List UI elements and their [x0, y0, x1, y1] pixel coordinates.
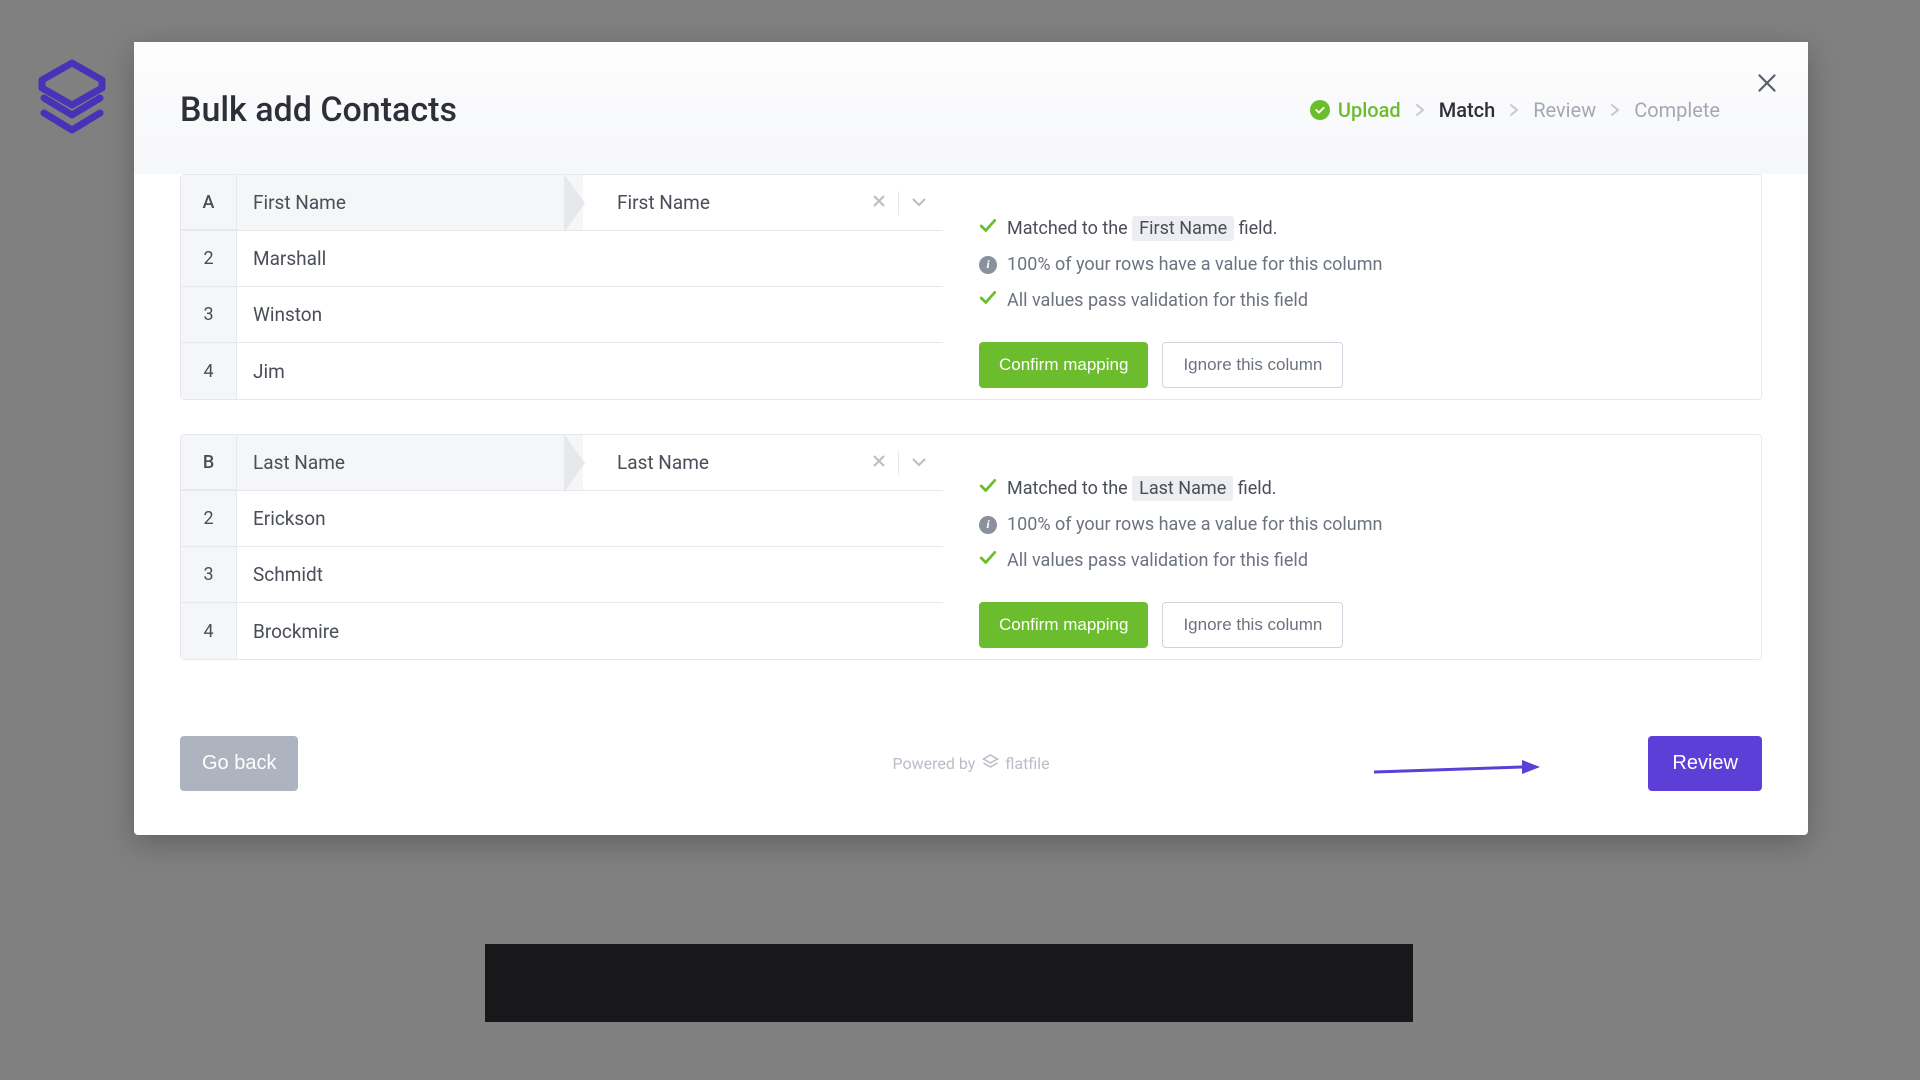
- confirm-mapping-button[interactable]: Confirm mapping: [979, 602, 1148, 648]
- table-row: 2 Erickson: [181, 491, 943, 547]
- clear-icon[interactable]: [872, 193, 886, 212]
- chevron-right-icon: [1610, 98, 1620, 122]
- target-field-name: First Name: [617, 191, 710, 214]
- table-row: 4 Brockmire: [181, 603, 943, 659]
- source-column-header: Last Name: [237, 435, 583, 490]
- source-column-header: First Name: [237, 175, 583, 230]
- mapping-status: Matched to the First Name field. i 100% …: [943, 175, 1761, 399]
- coverage-status: i 100% of your rows have a value for thi…: [979, 254, 1741, 275]
- clear-icon[interactable]: [872, 453, 886, 472]
- row-number: 2: [181, 231, 237, 286]
- mapping-preview: B Last Name Last Name: [181, 435, 943, 659]
- modal-body: A First Name First Name: [134, 174, 1808, 706]
- row-number: 4: [181, 603, 237, 659]
- mapping-status: Matched to the Last Name field. i 100% o…: [943, 435, 1761, 659]
- cell-value: Brockmire: [237, 603, 943, 659]
- row-number: 3: [181, 547, 237, 602]
- table-row: 3 Winston: [181, 287, 943, 343]
- check-icon: [979, 289, 997, 312]
- matched-suffix: field.: [1239, 218, 1278, 239]
- check-circle-icon: [1310, 100, 1330, 120]
- check-icon: [979, 477, 997, 500]
- check-icon: [979, 217, 997, 240]
- powered-by: Powered by flatfile: [892, 753, 1049, 775]
- table-row: 4 Jim: [181, 343, 943, 399]
- matched-suffix: field.: [1238, 478, 1277, 499]
- field-tag: First Name: [1132, 216, 1234, 241]
- mapping-block: A First Name First Name: [180, 174, 1762, 400]
- source-column-name: First Name: [253, 191, 346, 214]
- progress-steps: Upload Match Review Complete: [1310, 98, 1762, 122]
- annotation-arrow-icon: [1372, 754, 1542, 788]
- app-logo: [32, 58, 112, 148]
- go-back-button[interactable]: Go back: [180, 736, 298, 791]
- coverage-status: i 100% of your rows have a value for thi…: [979, 514, 1741, 535]
- mapping-preview: A First Name First Name: [181, 175, 943, 399]
- cell-value: Winston: [237, 287, 943, 342]
- target-field-select[interactable]: Last Name: [583, 435, 943, 490]
- matched-status: Matched to the Last Name field.: [979, 477, 1741, 500]
- arrow-notch-icon: [565, 435, 585, 491]
- target-field-name: Last Name: [617, 451, 709, 474]
- chevron-down-icon[interactable]: [911, 193, 927, 212]
- check-icon: [979, 549, 997, 572]
- divider: [898, 451, 899, 475]
- import-modal: Bulk add Contacts Upload Match Review: [134, 42, 1808, 835]
- divider: [898, 191, 899, 215]
- matched-status: Matched to the First Name field.: [979, 217, 1741, 240]
- cell-value: Marshall: [237, 231, 943, 286]
- close-button[interactable]: [1754, 70, 1780, 100]
- step-label: Complete: [1634, 98, 1720, 122]
- chevron-down-icon[interactable]: [911, 453, 927, 472]
- powered-prefix: Powered by: [892, 754, 975, 773]
- coverage-text: 100% of your rows have a value for this …: [1007, 254, 1382, 275]
- info-icon: i: [979, 256, 997, 274]
- flatfile-logo-icon: [981, 753, 999, 775]
- step-label: Match: [1439, 98, 1495, 122]
- step-label: Review: [1533, 98, 1596, 122]
- validation-text: All values pass validation for this fiel…: [1007, 550, 1308, 571]
- arrow-notch-icon: [565, 175, 585, 231]
- target-field-select[interactable]: First Name: [583, 175, 943, 230]
- ignore-column-button[interactable]: Ignore this column: [1162, 602, 1343, 648]
- row-number: 4: [181, 343, 237, 399]
- cell-value: Jim: [237, 343, 943, 399]
- step-label: Upload: [1338, 98, 1401, 122]
- background-panel: [485, 944, 1413, 1022]
- cell-value: Schmidt: [237, 547, 943, 602]
- source-column-name: Last Name: [253, 451, 345, 474]
- matched-prefix: Matched to the: [1007, 478, 1128, 499]
- coverage-text: 100% of your rows have a value for this …: [1007, 514, 1382, 535]
- table-row: 2 Marshall: [181, 231, 943, 287]
- validation-text: All values pass validation for this fiel…: [1007, 290, 1308, 311]
- mapping-header-row: B Last Name Last Name: [181, 435, 943, 491]
- step-match: Match: [1439, 98, 1495, 122]
- confirm-mapping-button[interactable]: Confirm mapping: [979, 342, 1148, 388]
- modal-footer: Go back Powered by flatfile Review: [134, 706, 1808, 835]
- mapping-block: B Last Name Last Name: [180, 434, 1762, 660]
- chevron-right-icon: [1509, 98, 1519, 122]
- chevron-right-icon: [1415, 98, 1425, 122]
- step-upload: Upload: [1310, 98, 1401, 122]
- step-review: Review: [1533, 98, 1596, 122]
- modal-header: Bulk add Contacts Upload Match Review: [134, 42, 1808, 174]
- row-number: 3: [181, 287, 237, 342]
- matched-prefix: Matched to the: [1007, 218, 1128, 239]
- ignore-column-button[interactable]: Ignore this column: [1162, 342, 1343, 388]
- validation-status: All values pass validation for this fiel…: [979, 549, 1741, 572]
- validation-status: All values pass validation for this fiel…: [979, 289, 1741, 312]
- row-number: 2: [181, 491, 237, 546]
- field-tag: Last Name: [1132, 476, 1233, 501]
- mapping-header-row: A First Name First Name: [181, 175, 943, 231]
- column-letter: B: [181, 435, 237, 490]
- modal-title: Bulk add Contacts: [180, 90, 457, 130]
- table-row: 3 Schmidt: [181, 547, 943, 603]
- column-letter: A: [181, 175, 237, 230]
- info-icon: i: [979, 516, 997, 534]
- step-complete: Complete: [1634, 98, 1720, 122]
- powered-brand: flatfile: [1005, 754, 1049, 773]
- review-button[interactable]: Review: [1648, 736, 1762, 791]
- cell-value: Erickson: [237, 491, 943, 546]
